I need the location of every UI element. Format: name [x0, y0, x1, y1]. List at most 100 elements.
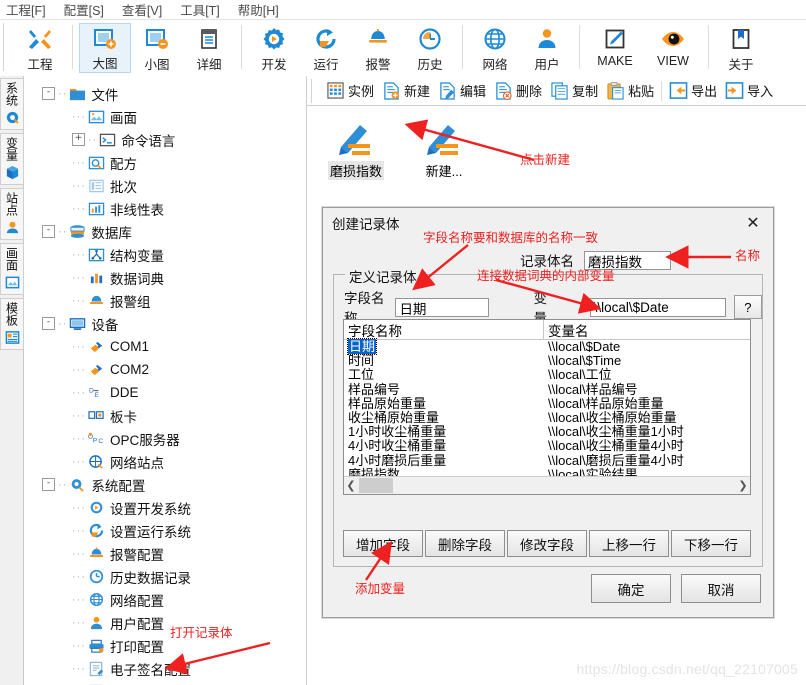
tree-node-label: 文件 — [91, 87, 119, 103]
menu-item-view[interactable]: 查看[V] — [122, 0, 162, 19]
toolbar-button-project[interactable]: 工程 — [14, 23, 66, 73]
field-name-input[interactable] — [395, 297, 490, 317]
workspace-button-export[interactable]: 导出 — [665, 78, 721, 104]
tree-node[interactable]: ··· 电子签名配置 — [24, 657, 306, 680]
listbox-row[interactable]: 收尘桶原始重量 \\local\收尘桶原始重量 — [344, 410, 750, 425]
horizontal-scrollbar[interactable]: ❮ ❯ — [344, 476, 750, 494]
move-up-button[interactable]: 上移一行 — [589, 530, 669, 557]
collapse-icon[interactable]: - — [42, 478, 55, 491]
tree-node[interactable]: ··· 批次 — [24, 174, 306, 197]
project-tree: - ·· 文件 ··· 画面 + ·· 命令语言 ··· 配方 ··· 批次 ··· 非线性表 - ·· 数据库… — [24, 76, 306, 685]
variable-input[interactable] — [589, 297, 726, 317]
listbox-cell-variable-name: \\local\$Date — [548, 339, 621, 354]
ok-button[interactable]: 确定 — [591, 574, 671, 603]
tree-node[interactable]: - ·· 系统配置 — [24, 473, 306, 496]
workspace-toolbar-grip[interactable] — [311, 78, 319, 103]
project-tree-panel[interactable]: - ·· 文件 ··· 画面 + ·· 命令语言 ··· 配方 ··· 批次 ··· 非线性表 - ·· 数据库… — [24, 76, 307, 685]
tree-node[interactable]: ··· 打印配置 — [24, 634, 306, 657]
menu-item-project[interactable]: 工程[F] — [6, 0, 46, 19]
modify-field-button[interactable]: 修改字段 — [507, 530, 587, 557]
toolbar-button-network[interactable]: 网络 — [469, 23, 521, 73]
menu-item-help[interactable]: 帮助[H] — [238, 0, 279, 19]
tree-connector: ·· — [58, 478, 68, 491]
move-down-button[interactable]: 下移一行 — [671, 530, 751, 557]
listbox-row[interactable]: 日期 \\local\$Date — [344, 338, 750, 355]
toolbar-button-details[interactable]: 详细 — [183, 23, 235, 73]
tree-node[interactable]: - ·· 数据库 — [24, 220, 306, 243]
listbox-row[interactable]: 时间 \\local\$Time — [344, 354, 750, 368]
listbox-row[interactable]: 样品编号 \\local\样品编号 — [344, 382, 750, 397]
tree-node[interactable]: ··· 报警配置 — [24, 542, 306, 565]
vtab-picture[interactable]: 画面 — [0, 243, 24, 295]
fields-listbox[interactable]: 字段名称 变量名 日期 \\local\$Date 时间 \\local\$Time 工… — [343, 319, 751, 495]
workspace-button-edit[interactable]: 编辑 — [434, 78, 490, 104]
tree-node[interactable]: - ·· 文件 — [24, 82, 306, 105]
workspace-item-abrasion-index[interactable]: 磨损指数 — [319, 115, 393, 180]
tree-node[interactable]: ··· 历史数据记录 — [24, 565, 306, 588]
tree-node[interactable]: ··· 设置开发系统 — [24, 496, 306, 519]
workspace-button-import[interactable]: 导入 — [721, 78, 777, 104]
tree-node[interactable]: ··· 网络配置 — [24, 588, 306, 611]
tree-node[interactable]: ···预定义注释 — [24, 680, 306, 685]
run-icon — [87, 522, 106, 539]
vtab-system[interactable]: 系统 — [0, 78, 24, 130]
tree-node[interactable]: ··· 板卡 — [24, 404, 306, 427]
listbox-row[interactable]: 4小时收尘桶重量 \\local\收尘桶重量4小时 — [344, 439, 750, 453]
scroll-right-arrow[interactable]: ❯ — [736, 479, 750, 492]
toolbar-button-run[interactable]: 运行 — [300, 23, 352, 73]
variable-help-button[interactable]: ? — [733, 295, 762, 319]
add-field-button[interactable]: 增加字段 — [343, 530, 423, 557]
close-icon[interactable]: ✕ — [733, 209, 773, 237]
tree-node[interactable]: ··· COM1 — [24, 335, 306, 358]
menu-item-tools[interactable]: 工具[T] — [180, 0, 220, 19]
scrollbar-thumb[interactable] — [359, 478, 393, 493]
toolbar-button-view[interactable]: VIEW — [644, 23, 702, 73]
toolbar-button-about[interactable]: 关于 — [715, 23, 767, 73]
workspace-button-copy[interactable]: 复制 — [546, 78, 602, 104]
toolbar-button-make[interactable]: MAKE — [586, 23, 644, 73]
workspace-button-instance[interactable]: 实例 — [322, 78, 378, 104]
collapse-icon[interactable]: - — [42, 317, 55, 330]
toolbar-grip[interactable] — [3, 23, 12, 71]
collapse-icon[interactable]: - — [42, 225, 55, 238]
tree-node[interactable]: ··· D E DDE — [24, 381, 306, 404]
toolbar-button-small-icons[interactable]: 小图 — [131, 23, 183, 73]
delete-field-button[interactable]: 删除字段 — [425, 530, 505, 557]
tree-node[interactable]: ··· O P C OPC服务器 — [24, 427, 306, 450]
vtab-site[interactable]: 站点 — [0, 188, 24, 240]
toolbar-button-history[interactable]: 历史 — [404, 23, 456, 73]
board-card-icon — [87, 407, 106, 424]
tree-node[interactable]: ··· 非线性表 — [24, 197, 306, 220]
tree-node[interactable]: ··· 数据词典 — [24, 266, 306, 289]
toolbar-button-large-icons[interactable]: 大图 — [79, 23, 131, 73]
annotation-record-name: 名称 — [735, 249, 761, 263]
toolbar-button-develop[interactable]: 开发 — [248, 23, 300, 73]
workspace-button-new[interactable]: 新建 — [378, 78, 434, 104]
workspace-button-delete[interactable]: 删除 — [490, 78, 546, 104]
tree-node[interactable]: ··· COM2 — [24, 358, 306, 381]
listbox-row[interactable]: 样品原始重量 \\local\样品原始重量 — [344, 396, 750, 411]
expand-icon[interactable]: + — [72, 133, 85, 146]
scroll-left-arrow[interactable]: ❮ — [344, 479, 358, 492]
tree-node[interactable]: - ·· 设备 — [24, 312, 306, 335]
tree-node[interactable]: ··· 配方 — [24, 151, 306, 174]
tree-node[interactable]: ··· 画面 — [24, 105, 306, 128]
toolbar-button-user[interactable]: 用户 — [521, 23, 573, 73]
cancel-button[interactable]: 取消 — [681, 574, 761, 603]
toolbar-button-alarm[interactable]: 报警 — [352, 23, 404, 73]
listbox-row[interactable]: 4小时磨损后重量 \\local\磨损后重量4小时 — [344, 453, 750, 468]
tree-node[interactable]: ··· 设置运行系统 — [24, 519, 306, 542]
vtab-variable[interactable]: 变量 — [0, 133, 24, 185]
tree-node[interactable]: ··· 用户配置 — [24, 611, 306, 634]
listbox-row[interactable]: 工位 \\local\工位 — [344, 368, 750, 382]
workspace-button-paste[interactable]: 粘贴 — [602, 78, 658, 104]
tree-node[interactable]: ··· 结构变量 — [24, 243, 306, 266]
collapse-icon[interactable]: - — [42, 87, 55, 100]
menu-item-config[interactable]: 配置[S] — [64, 0, 104, 19]
tree-node[interactable]: + ·· 命令语言 — [24, 128, 306, 151]
vtab-template[interactable]: 模板 — [0, 298, 24, 350]
listbox-row[interactable]: 1小时收尘桶重量 \\local\收尘桶重量1小时 — [344, 425, 750, 439]
tree-node[interactable]: ··· 网络站点 — [24, 450, 306, 473]
tree-node[interactable]: ··· 报警组 — [24, 289, 306, 312]
workspace-item-new[interactable]: 新建... — [407, 115, 481, 180]
